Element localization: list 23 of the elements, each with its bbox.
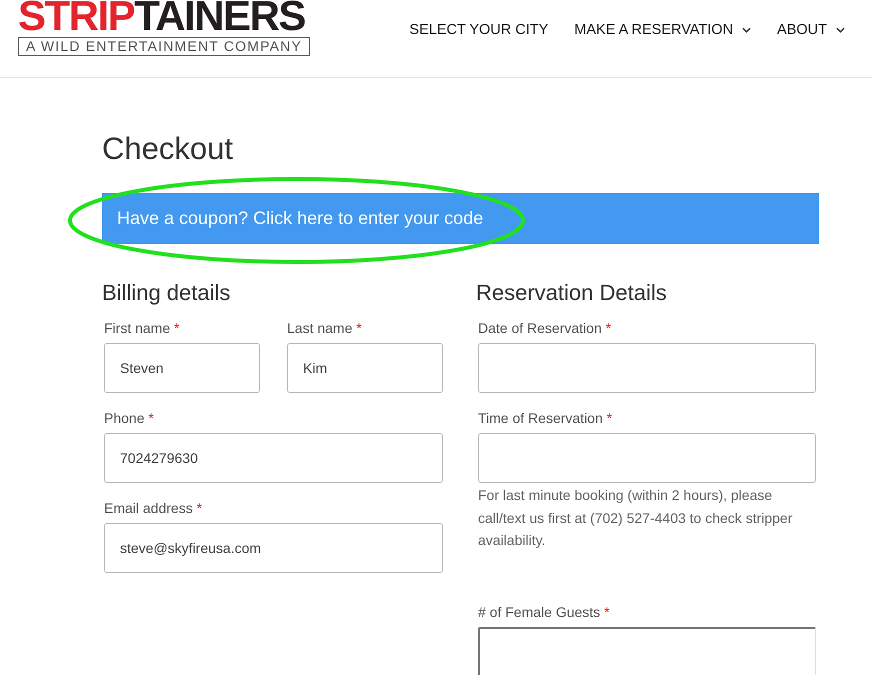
logo-wordmark[interactable]: STRIPTAINERS — [18, 0, 310, 32]
nav-link[interactable]: MAKE A RESERVATION — [574, 22, 752, 38]
input-field[interactable]: steve@skyfireusa.com — [104, 523, 443, 573]
input-field[interactable]: 7024279630 — [104, 433, 443, 483]
input-field[interactable]: Steven — [104, 343, 260, 393]
field-label: Date of Reservation * — [478, 319, 612, 338]
field-label: # of Female Guests * — [478, 602, 611, 622]
input-field[interactable]: Kim — [287, 343, 443, 393]
field-label: Email address * — [104, 499, 204, 518]
nav-link[interactable]: SELECT YOUR CITY — [409, 22, 548, 38]
section-title: Reservation Details — [476, 279, 668, 307]
field-label: Last name * — [287, 319, 363, 338]
field-label: First name * — [104, 319, 180, 338]
input-field[interactable] — [478, 433, 816, 483]
page-title: Checkout — [102, 131, 234, 167]
help-text: For last minute booking (within 2 hours), please call/text us first at (702) 527-4403 to check stripper availability. — [478, 486, 794, 550]
nav-link[interactable]: ABOUT — [777, 22, 845, 38]
field-label: Time of Reservation * — [478, 409, 614, 428]
field-label: Phone * — [104, 409, 155, 428]
section-title: Billing details — [102, 279, 232, 307]
input-field[interactable] — [478, 626, 816, 675]
logo-tagline: A WILD ENTERTAINMENT COMPANY — [18, 37, 310, 56]
input-field[interactable] — [478, 343, 816, 393]
